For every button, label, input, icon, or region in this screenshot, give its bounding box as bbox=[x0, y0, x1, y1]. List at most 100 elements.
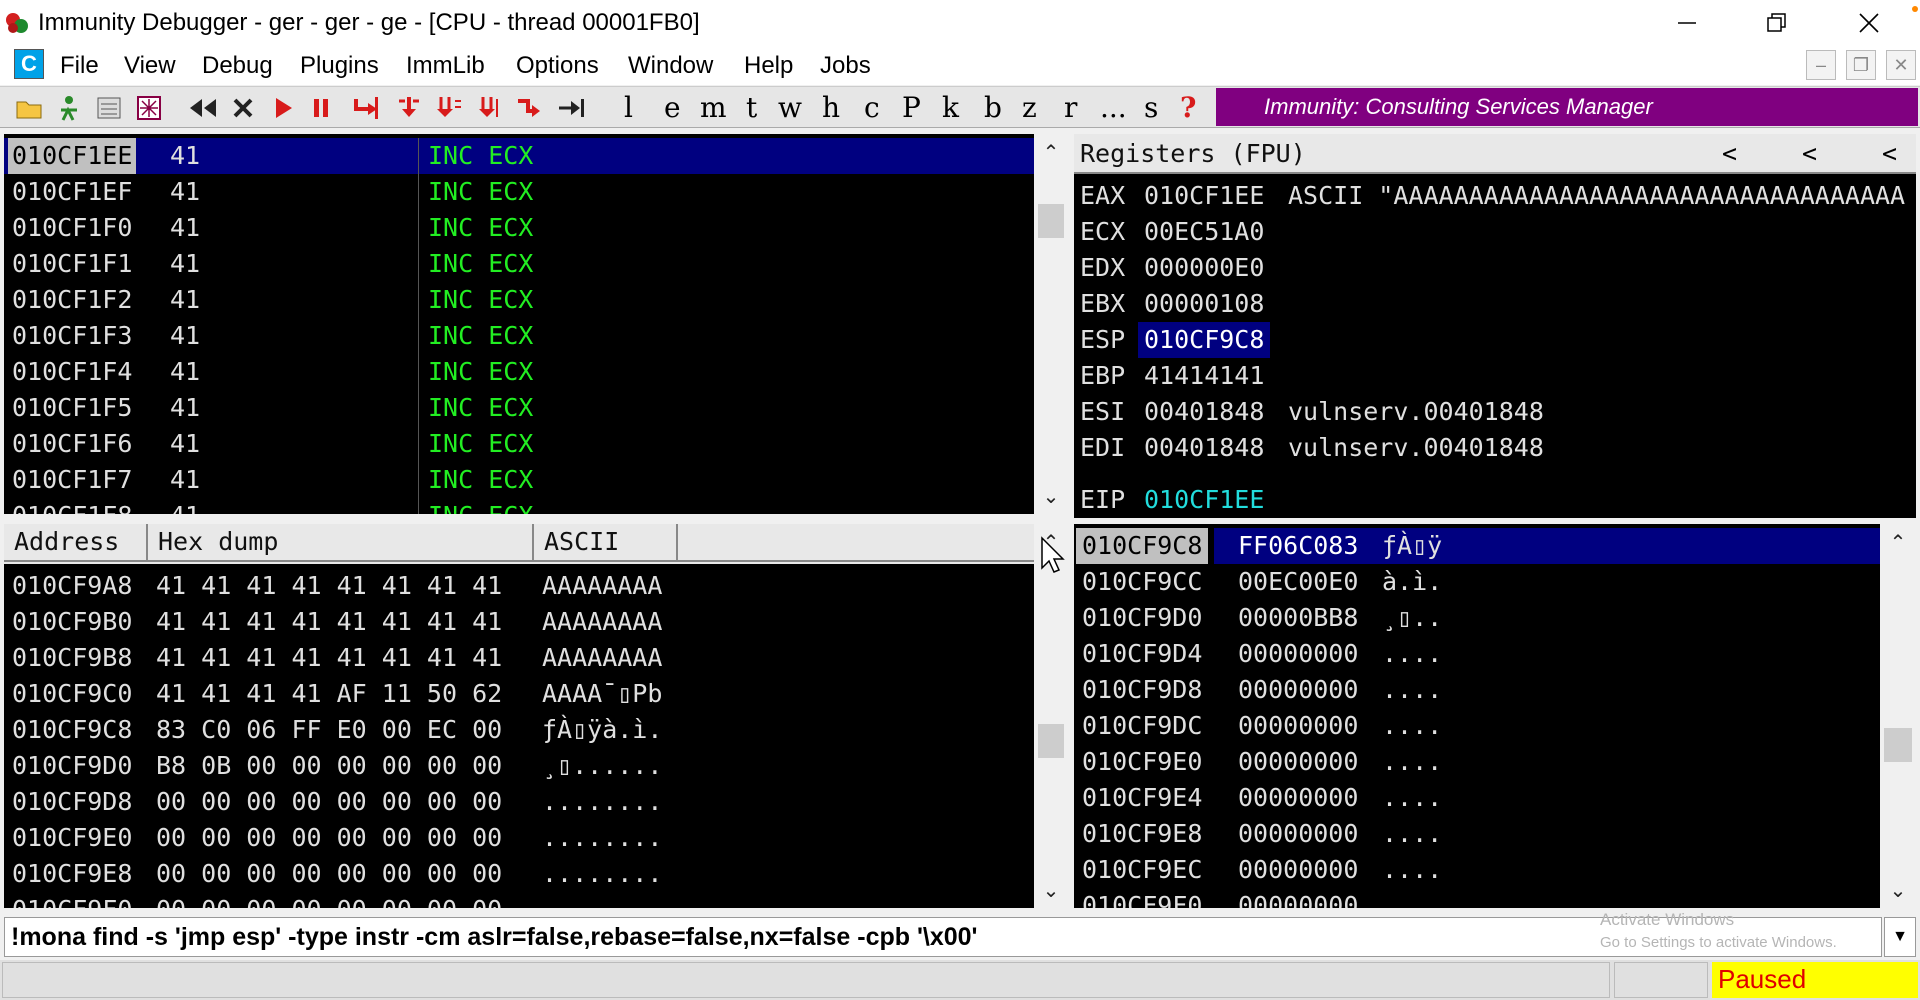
stack-row[interactable]: 010CF9F0 00000000 bbox=[1074, 888, 1880, 908]
register-row-eip[interactable]: EIP 010CF1EE bbox=[1074, 482, 1916, 518]
dump-row[interactable]: 010CF9B8 41 41 41 41 41 41 41 41 AAAAAAAA bbox=[4, 640, 1034, 676]
registers-pane[interactable]: Registers (FPU) < < < EAX 010CF1EE ASCII "… bbox=[1074, 134, 1916, 518]
disassembly-row[interactable]: 010CF1F5 41 INC ECX bbox=[4, 390, 1034, 426]
scroll-down-icon[interactable]: ⌄ bbox=[1880, 872, 1916, 908]
toolbar-references-button[interactable]: r bbox=[1064, 91, 1077, 124]
register-row[interactable]: EAX 010CF1EE ASCII "AAAAAAAAAAAAAAAAAAAAAA… bbox=[1074, 178, 1916, 214]
register-row[interactable]: EDX 000000E0 bbox=[1074, 250, 1916, 286]
disassembly-row[interactable]: 010CF1F8 41 INC ECX bbox=[4, 498, 1034, 514]
toolbar-threads-button[interactable]: t bbox=[746, 91, 757, 124]
stack-row[interactable]: 010CF9D8 00000000.... bbox=[1074, 672, 1880, 708]
run-icon[interactable] bbox=[54, 93, 84, 123]
dump-row[interactable]: 010CF9F0 00 00 00 00 00 00 00 00 bbox=[4, 892, 1034, 908]
scroll-up-icon[interactable]: ⌃ bbox=[1880, 524, 1916, 560]
dump-row[interactable]: 010CF9D0 B8 0B 00 00 00 00 00 00 ¸▯...... bbox=[4, 748, 1034, 784]
register-value[interactable]: 010CF1EE bbox=[1144, 482, 1264, 518]
dump-header-ascii[interactable]: ASCII bbox=[534, 524, 678, 562]
stack-row[interactable]: 010CF9EC 00000000.... bbox=[1074, 852, 1880, 888]
close-icon[interactable] bbox=[228, 93, 258, 123]
stack-row[interactable]: 010CF9CC 00EC00E0 à.ì. bbox=[1074, 564, 1880, 600]
register-value[interactable]: 41414141 bbox=[1144, 358, 1264, 394]
disassembly-row[interactable]: 010CF1F0 41 INC ECX bbox=[4, 210, 1034, 246]
dump-row[interactable]: 010CF9D8 00 00 00 00 00 00 00 00........ bbox=[4, 784, 1034, 820]
execute-till-return-icon[interactable] bbox=[514, 93, 544, 123]
stack-pane[interactable]: 010CF9C8 FF06C083 ƒÀ▯ÿ 010CF9CC 00EC00E0 à.ì.… bbox=[1074, 524, 1880, 908]
mdi-close-button[interactable]: ✕ bbox=[1886, 50, 1916, 80]
toolbar-cpu-button[interactable]: c bbox=[864, 91, 880, 124]
disassembly-pane[interactable]: 010CF1EE 41 INC ECX 010CF1EF 41 INC ECX 010CF1… bbox=[4, 134, 1034, 514]
toolbar-breakpoints-button[interactable]: b bbox=[984, 91, 1002, 124]
close-button[interactable] bbox=[1826, 0, 1912, 45]
toolbar-call-stack-button[interactable]: k bbox=[942, 91, 959, 124]
menu-options[interactable]: Options bbox=[516, 52, 599, 80]
register-value[interactable]: 00EC51A0 bbox=[1144, 214, 1264, 250]
register-row[interactable]: EBX 00000108 bbox=[1074, 286, 1916, 322]
mdi-restore-button[interactable]: ❐ bbox=[1846, 50, 1876, 80]
dump-row[interactable]: 010CF9C0 41 41 41 41 AF 11 50 62 AAAA¯▯Pb bbox=[4, 676, 1034, 712]
menu-debug[interactable]: Debug bbox=[202, 52, 273, 80]
stack-scrollbar[interactable]: ⌃ ⌄ bbox=[1880, 524, 1916, 908]
rewind-icon[interactable] bbox=[188, 93, 218, 123]
register-value[interactable]: 010CF9C8 bbox=[1138, 322, 1271, 358]
register-row[interactable]: EDI 00401848 vulnserv.00401848 bbox=[1074, 430, 1916, 466]
registers-nav-prev-1[interactable]: < bbox=[1722, 136, 1737, 172]
menu-file[interactable]: File bbox=[60, 52, 99, 80]
stack-row[interactable]: 010CF9D0 00000BB8 ¸▯.. bbox=[1074, 600, 1880, 636]
disassembly-row[interactable]: 010CF1F7 41 INC ECX bbox=[4, 462, 1034, 498]
scroll-down-icon[interactable]: ⌄ bbox=[1034, 478, 1068, 514]
grid-icon[interactable] bbox=[134, 93, 164, 123]
register-row[interactable]: EBP 41414141 bbox=[1074, 358, 1916, 394]
registers-header[interactable]: Registers (FPU) < < < bbox=[1074, 134, 1916, 174]
play-icon[interactable] bbox=[268, 93, 298, 123]
dump-row[interactable]: 010CF9C8 83 C0 06 FF E0 00 EC 00 ƒÀ▯ÿà.ì. bbox=[4, 712, 1034, 748]
registers-nav-prev-2[interactable]: < bbox=[1802, 136, 1817, 172]
stack-row[interactable]: 010CF9DC 00000000.... bbox=[1074, 708, 1880, 744]
dump-row[interactable]: 010CF9E8 00 00 00 00 00 00 00 00........ bbox=[4, 856, 1034, 892]
command-history-dropdown[interactable]: ▼ bbox=[1884, 917, 1916, 957]
stack-row[interactable]: 010CF9E0 00000000.... bbox=[1074, 744, 1880, 780]
mdi-minimize-button[interactable]: – bbox=[1806, 50, 1836, 80]
disassembly-row[interactable]: 010CF1F6 41 INC ECX bbox=[4, 426, 1034, 462]
scroll-down-icon[interactable]: ⌄ bbox=[1034, 872, 1068, 908]
trace-into-icon[interactable] bbox=[434, 93, 464, 123]
dump-row[interactable]: 010CF9A8 41 41 41 41 41 41 41 41 AAAAAAAA bbox=[4, 568, 1034, 604]
toolbar-executable-modules-button[interactable]: e bbox=[664, 91, 681, 124]
dump-header-hex[interactable]: Hex dump bbox=[148, 524, 534, 562]
menu-view[interactable]: View bbox=[124, 52, 176, 80]
menu-immlib[interactable]: ImmLib bbox=[406, 52, 485, 80]
stack-row[interactable]: 010CF9E8 00000000.... bbox=[1074, 816, 1880, 852]
hex-dump-pane[interactable]: Address Hex dump ASCII 010CF9A8 41 41 41 … bbox=[4, 524, 1034, 908]
stack-row[interactable]: 010CF9E4 00000000.... bbox=[1074, 780, 1880, 816]
dump-row[interactable]: 010CF9B0 41 41 41 41 41 41 41 41 AAAAAAAA bbox=[4, 604, 1034, 640]
dump-scrollbar[interactable]: ⌃ ⌄ bbox=[1034, 524, 1068, 908]
toolbar-patches-button[interactable]: P bbox=[902, 91, 921, 124]
toolbar-handles-button[interactable]: h bbox=[822, 91, 840, 124]
stack-row[interactable]: 010CF9C8 FF06C083 ƒÀ▯ÿ bbox=[1074, 528, 1880, 564]
goto-icon[interactable] bbox=[556, 93, 586, 123]
register-value[interactable]: 010CF1EE bbox=[1144, 178, 1264, 214]
step-into-icon[interactable] bbox=[352, 93, 382, 123]
disassembly-row[interactable]: 010CF1EF 41 INC ECX bbox=[4, 174, 1034, 210]
toolbar-source-button[interactable]: s bbox=[1144, 91, 1158, 124]
dump-row[interactable]: 010CF9E0 00 00 00 00 00 00 00 00........ bbox=[4, 820, 1034, 856]
menu-plugins[interactable]: Plugins bbox=[300, 52, 379, 80]
disassembly-row[interactable]: 010CF1F4 41 INC ECX bbox=[4, 354, 1034, 390]
disassembly-row[interactable]: 010CF1F3 41 INC ECX bbox=[4, 318, 1034, 354]
toolbar-log-button[interactable]: l bbox=[624, 91, 633, 124]
step-over-icon[interactable] bbox=[394, 93, 424, 123]
minimize-button[interactable] bbox=[1644, 0, 1730, 45]
disassembly-row[interactable]: 010CF1F1 41 INC ECX bbox=[4, 246, 1034, 282]
toolbar-help-button[interactable]: ? bbox=[1180, 91, 1196, 124]
trace-over-icon[interactable] bbox=[474, 93, 504, 123]
register-value[interactable]: 00401848 bbox=[1144, 394, 1264, 430]
toolbar-hw-breakpoints-button[interactable]: z bbox=[1022, 91, 1037, 124]
scroll-thumb[interactable] bbox=[1884, 728, 1912, 762]
register-value[interactable]: 000000E0 bbox=[1144, 250, 1264, 286]
scroll-up-icon[interactable]: ⌃ bbox=[1034, 134, 1068, 170]
list-icon[interactable] bbox=[94, 93, 124, 123]
scroll-thumb[interactable] bbox=[1038, 204, 1064, 238]
cpu-window-icon[interactable]: C bbox=[14, 49, 44, 79]
register-value[interactable]: 00000108 bbox=[1144, 286, 1264, 322]
disassembly-scrollbar[interactable]: ⌃ ⌄ bbox=[1034, 134, 1068, 514]
immunity-banner[interactable]: Immunity: Consulting Services Manager bbox=[1216, 88, 1918, 126]
